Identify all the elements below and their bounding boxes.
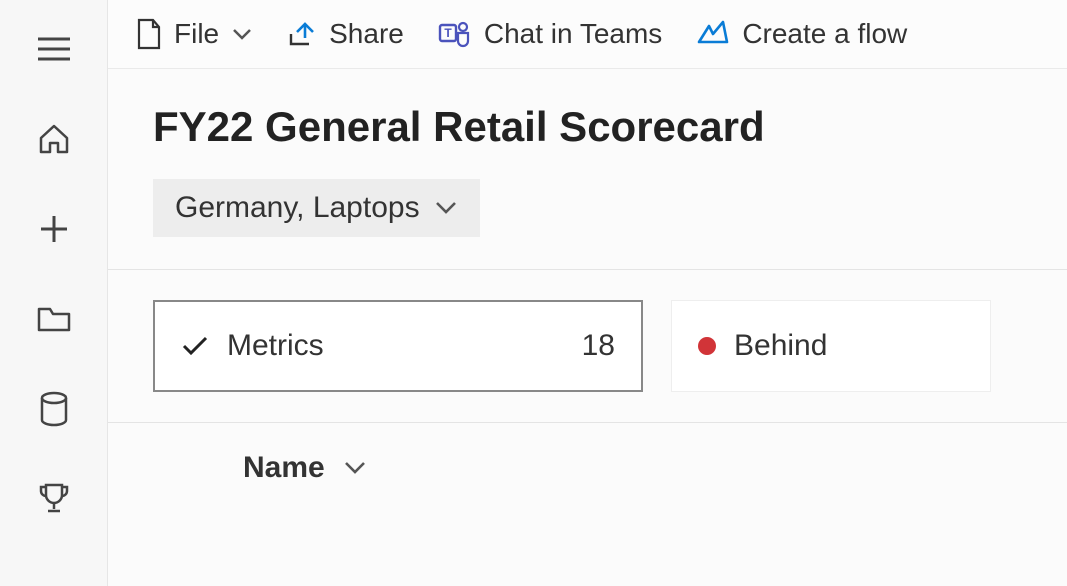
metrics-card[interactable]: Metrics 18 <box>153 300 643 392</box>
page-title: FY22 General Retail Scorecard <box>153 103 1022 151</box>
file-menu[interactable]: File <box>136 18 253 50</box>
svg-text:T: T <box>444 26 452 40</box>
flow-icon <box>696 20 730 48</box>
main-area: File Share T Chat in Teams <box>108 0 1067 586</box>
slicer-filter-dropdown[interactable]: Germany, Laptops <box>153 179 480 237</box>
status-dot-red-icon <box>698 337 716 355</box>
left-nav-rail <box>0 0 108 586</box>
metrics-trophy-icon[interactable] <box>33 478 75 520</box>
chat-label: Chat in Teams <box>484 18 662 50</box>
behind-label: Behind <box>734 329 827 363</box>
share-label: Share <box>329 18 404 50</box>
col-name-label: Name <box>243 451 325 485</box>
create-plus-icon[interactable] <box>33 208 75 250</box>
home-icon[interactable] <box>33 118 75 160</box>
metrics-label: Metrics <box>227 329 324 363</box>
top-toolbar: File Share T Chat in Teams <box>108 0 1067 69</box>
summary-cards-row: Metrics 18 Behind <box>153 300 1022 392</box>
column-header-name[interactable]: Name <box>153 423 1022 485</box>
share-icon <box>287 20 317 48</box>
chevron-down-icon <box>231 27 253 41</box>
file-icon <box>136 18 162 50</box>
data-cylinder-icon[interactable] <box>33 388 75 430</box>
share-button[interactable]: Share <box>287 18 404 50</box>
chevron-down-icon <box>343 460 367 476</box>
create-flow-button[interactable]: Create a flow <box>696 18 907 50</box>
filter-label: Germany, Laptops <box>175 191 420 225</box>
browse-folder-icon[interactable] <box>33 298 75 340</box>
behind-card[interactable]: Behind <box>671 300 991 392</box>
flow-label: Create a flow <box>742 18 907 50</box>
file-label: File <box>174 18 219 50</box>
divider <box>108 269 1067 270</box>
teams-icon: T <box>438 19 472 49</box>
hamburger-menu-icon[interactable] <box>33 28 75 70</box>
content: FY22 General Retail Scorecard Germany, L… <box>108 69 1067 485</box>
metrics-count: 18 <box>582 329 615 363</box>
chat-teams-button[interactable]: T Chat in Teams <box>438 18 662 50</box>
check-icon <box>181 335 209 357</box>
chevron-down-icon <box>434 200 458 216</box>
